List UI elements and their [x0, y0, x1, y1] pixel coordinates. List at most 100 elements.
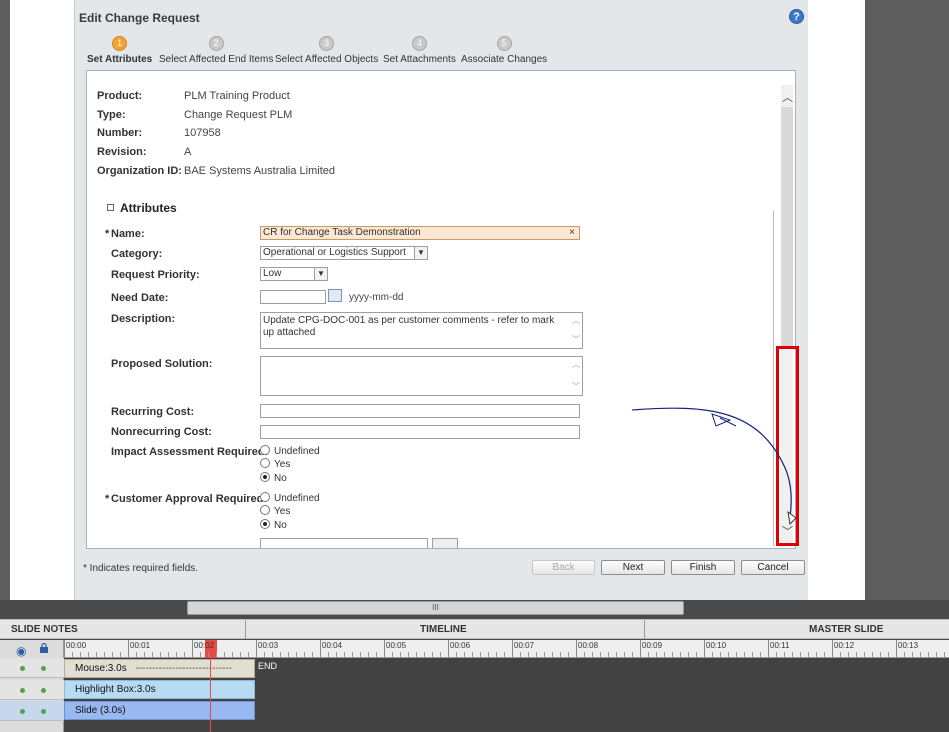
- radio-label: Yes: [274, 506, 291, 517]
- timeline-ruler[interactable]: 00:00 00:01 00:02 00:03 00:04 00:05 00:06 00:07…: [64, 640, 949, 658]
- attributes-section-header[interactable]: Attributes: [107, 201, 177, 215]
- category-label: Category:: [111, 248, 163, 260]
- ruler-minor-tick: [216, 652, 217, 657]
- partially-visible-button[interactable]: [432, 538, 458, 548]
- chevron-down-icon: ▼: [414, 247, 427, 259]
- ruler-minor-tick: [416, 652, 417, 657]
- tab-master-slide[interactable]: MASTER SLIDE: [809, 624, 883, 635]
- recurring-cost-input[interactable]: [260, 404, 580, 418]
- ruler-minor-tick: [920, 652, 921, 657]
- wizard-step-select-affected-objects[interactable]: 3 Select Affected Objects: [275, 36, 378, 65]
- ruler-tick-label: 00:11: [770, 641, 790, 650]
- ruler-minor-tick: [392, 652, 393, 657]
- need-date-input[interactable]: [260, 290, 326, 304]
- ruler-tick-label: 00:04: [322, 641, 343, 650]
- chevron-up-icon[interactable]: ︿: [572, 315, 580, 327]
- nonrecurring-cost-input[interactable]: [260, 425, 580, 439]
- radio-label: Yes: [274, 459, 291, 470]
- visibility-dot-icon[interactable]: [20, 709, 25, 714]
- ruler-tick: [640, 640, 641, 657]
- product-value: PLM Training Product: [184, 90, 290, 102]
- impact-radio-no[interactable]: No: [260, 472, 287, 484]
- visibility-dot-icon[interactable]: [20, 688, 25, 693]
- tab-slide-notes[interactable]: SLIDE NOTES: [11, 624, 78, 635]
- chevron-down-icon[interactable]: ﹀: [572, 381, 580, 393]
- section-title: Attributes: [120, 201, 177, 215]
- type-value: Change Request PLM: [184, 109, 293, 121]
- timeline-panel: ◉ 00:00 00:01 00:02 00:03 00:04 00:05 00:06 00:…: [0, 640, 949, 732]
- ruler-tick-label: 00:13: [898, 641, 919, 650]
- track-slide[interactable]: Slide (3.0s): [64, 701, 255, 720]
- ruler-minor-tick: [432, 652, 433, 657]
- chevron-up-icon[interactable]: ︿: [782, 89, 793, 105]
- name-label: Name:: [111, 228, 145, 240]
- ruler-minor-tick: [712, 652, 713, 657]
- request-priority-select[interactable]: Low ▼: [260, 267, 328, 281]
- ruler-minor-tick: [184, 652, 185, 657]
- category-select[interactable]: Operational or Logistics Support ▼: [260, 246, 428, 260]
- ruler-minor-tick: [480, 652, 481, 657]
- need-date-label: Need Date:: [111, 292, 169, 304]
- ruler-minor-tick: [680, 652, 681, 657]
- radio-label: Undefined: [274, 493, 320, 504]
- lock-dot-icon[interactable]: [41, 709, 46, 714]
- track-mouse[interactable]: Mouse:3.0s -----------------------------: [64, 659, 255, 678]
- lock-dot-icon[interactable]: [41, 688, 46, 693]
- ruler-minor-tick: [728, 652, 729, 657]
- ruler-minor-tick: [408, 652, 409, 657]
- scrollbar-thumb[interactable]: [781, 107, 793, 347]
- layer-row-mouse[interactable]: [0, 658, 64, 678]
- layer-row-highlight[interactable]: [0, 680, 64, 700]
- next-button[interactable]: Next: [601, 560, 665, 575]
- ruler-minor-tick: [904, 652, 905, 657]
- ruler-minor-tick: [360, 652, 361, 657]
- panel-splitter[interactable]: III: [187, 601, 684, 615]
- wizard-step-set-attributes[interactable]: 1 Set Attributes: [87, 36, 152, 65]
- layer-row-slide[interactable]: [0, 701, 64, 721]
- track-highlight-box[interactable]: Highlight Box:3.0s: [64, 680, 255, 699]
- ruler-minor-tick: [424, 652, 425, 657]
- wizard-step-set-attachments[interactable]: 4 Set Attachments: [383, 36, 456, 65]
- back-button[interactable]: Back: [532, 560, 595, 575]
- ruler-minor-tick: [520, 652, 521, 657]
- help-icon[interactable]: ?: [789, 9, 804, 24]
- ruler-minor-tick: [464, 652, 465, 657]
- timeline-tab-bar: SLIDE NOTES TIMELINE MASTER SLIDE: [0, 619, 949, 639]
- cancel-button[interactable]: Cancel: [741, 560, 805, 575]
- visibility-dot-icon[interactable]: [20, 666, 25, 671]
- nonrecurring-cost-label: Nonrecurring Cost:: [111, 426, 212, 438]
- lock-dot-icon[interactable]: [41, 666, 46, 671]
- ruler-minor-tick: [864, 652, 865, 657]
- description-value: Update CPG-DOC-001 as per customer comme…: [263, 315, 555, 338]
- ruler-minor-tick: [336, 652, 337, 657]
- impact-radio-undefined[interactable]: Undefined: [260, 445, 320, 457]
- step-label: Set Attributes: [87, 54, 153, 65]
- ruler-minor-tick: [80, 652, 81, 657]
- customer-radio-undefined[interactable]: Undefined: [260, 492, 320, 504]
- calendar-icon[interactable]: [328, 289, 342, 302]
- impact-radio-yes[interactable]: Yes: [260, 458, 290, 470]
- finish-button[interactable]: Finish: [671, 560, 735, 575]
- ruler-tick-label: 00:02: [194, 641, 215, 650]
- ruler-minor-tick: [584, 652, 585, 657]
- slide-stage: Edit Change Request ? 1 Set Attributes 2…: [0, 0, 949, 600]
- wizard-step-associate-changes[interactable]: 5 Associate Changes: [461, 36, 547, 65]
- lock-icon[interactable]: [40, 643, 48, 653]
- ruler-minor-tick: [656, 652, 657, 657]
- ruler-minor-tick: [632, 652, 633, 657]
- chevron-up-icon[interactable]: ︿: [572, 359, 580, 371]
- eye-icon[interactable]: ◉: [16, 644, 26, 658]
- partially-visible-input[interactable]: [260, 538, 428, 548]
- impact-assessment-label: Impact Assessment Required:: [111, 446, 269, 458]
- name-input[interactable]: CR for Change Task Demonstration ×: [260, 226, 580, 240]
- clear-icon[interactable]: ×: [569, 227, 575, 239]
- wizard-step-select-affected-end-items[interactable]: 2 Select Affected End Items: [159, 36, 273, 65]
- request-priority-label: Request Priority:: [111, 269, 200, 281]
- ruler-tick: [832, 640, 833, 657]
- customer-radio-yes[interactable]: Yes: [260, 505, 290, 517]
- proposed-solution-textarea[interactable]: ︿ ﹀: [260, 356, 583, 396]
- chevron-down-icon[interactable]: ﹀: [572, 334, 580, 346]
- description-textarea[interactable]: Update CPG-DOC-001 as per customer comme…: [260, 312, 583, 349]
- tab-timeline[interactable]: TIMELINE: [420, 624, 467, 635]
- customer-radio-no[interactable]: No: [260, 519, 287, 531]
